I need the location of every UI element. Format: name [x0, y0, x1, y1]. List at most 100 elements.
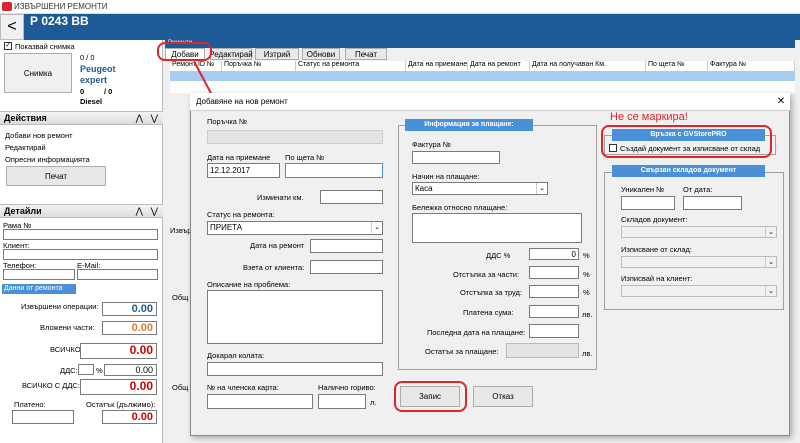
- column-header[interactable]: Фактура №: [708, 61, 795, 71]
- bg-label: Извър: [170, 226, 192, 235]
- phone-field[interactable]: [3, 269, 75, 280]
- labor-discount-field[interactable]: [529, 285, 579, 298]
- save-button[interactable]: Запис: [400, 386, 460, 407]
- issued-client-select[interactable]: ⌄: [621, 285, 777, 297]
- repair-date-field[interactable]: [310, 239, 383, 253]
- chevron-down-icon[interactable]: ⌄: [765, 227, 776, 238]
- order-field[interactable]: [207, 130, 383, 144]
- paid-sum-field[interactable]: [529, 305, 579, 318]
- collapse-up-icon[interactable]: ⋀: [136, 205, 143, 218]
- show-photo-checkbox[interactable]: ✓: [4, 42, 12, 50]
- bg-label: Общ: [172, 293, 189, 302]
- car-make: Peugeot: [80, 64, 116, 74]
- issued-from-select[interactable]: ⌄: [621, 256, 777, 268]
- plate-number: Р 0243 ВВ: [30, 14, 89, 26]
- repair-date-label: Дата на ремонт: [250, 241, 305, 250]
- details-section-header[interactable]: Детайли ⋀ ⋁: [0, 204, 163, 218]
- collapse-up-icon[interactable]: ⋀: [136, 112, 143, 125]
- column-header[interactable]: Дата на получаван Км.: [530, 61, 646, 71]
- issued-from-label: Изписване от склад:: [621, 245, 692, 254]
- problem-textarea[interactable]: [207, 290, 383, 344]
- parts-discount-label: Отстъпка за части:: [453, 270, 520, 279]
- stock-doc-label: Складов документ:: [621, 215, 688, 224]
- pay-note-textarea[interactable]: [412, 213, 582, 243]
- repairs-toolbar: Добави Редактирай Изтрий Обнови Печат: [165, 48, 795, 60]
- client-field[interactable]: [3, 249, 158, 260]
- toolbar-print-button[interactable]: Печат: [345, 48, 387, 60]
- payment-header: Информация за плащане:: [405, 119, 533, 131]
- header-bar: [0, 14, 800, 40]
- pay-method-select[interactable]: Каса ⌄: [412, 182, 548, 195]
- chevron-down-icon[interactable]: ⌄: [765, 257, 776, 268]
- vat-percent-field[interactable]: [78, 364, 94, 375]
- remaining-label: Остатък за плащане:: [425, 347, 499, 356]
- column-header[interactable]: Статус на ремонта: [296, 61, 406, 71]
- km-label: Изминати км.: [257, 193, 304, 202]
- chevron-down-icon[interactable]: ⌄: [536, 183, 547, 194]
- last-payment-field[interactable]: [529, 324, 579, 338]
- toolbar-edit-button[interactable]: Редактирай: [209, 48, 253, 60]
- photo-button[interactable]: Снимка: [4, 53, 72, 93]
- toolbar-delete-button[interactable]: Изтрий: [255, 48, 299, 60]
- column-header[interactable]: Дата на приемане: [406, 61, 468, 71]
- action-add-repair[interactable]: Добави нов ремонт: [5, 131, 73, 140]
- back-button[interactable]: <: [0, 14, 24, 40]
- column-header[interactable]: По щета №: [646, 61, 708, 71]
- collapse-down-icon[interactable]: ⋁: [151, 205, 158, 218]
- dialog-title: Добавяне на нов ремонт: [190, 93, 790, 111]
- counter-one: 0 / 0: [80, 53, 95, 62]
- stock-doc-header: Свързан складов документ: [612, 165, 765, 177]
- claim-field[interactable]: [285, 163, 383, 178]
- unique-field[interactable]: [621, 196, 675, 210]
- details-title: Детайли: [4, 206, 42, 216]
- column-header[interactable]: Поръчка №: [222, 61, 296, 71]
- dialog-close-icon[interactable]: ✕: [774, 95, 788, 109]
- annotation-gvstore-highlight: [601, 125, 772, 158]
- action-refresh[interactable]: Опресни информацията: [5, 155, 90, 164]
- taken-field[interactable]: [310, 260, 383, 274]
- status-select[interactable]: ПРИЕТА ⌄: [207, 221, 383, 235]
- fuel-label: Налично гориво:: [318, 383, 376, 392]
- email-field[interactable]: [77, 269, 158, 280]
- status-value: ПРИЕТА: [210, 223, 243, 232]
- labor-discount-label: Отстъпка за труд:: [460, 288, 522, 297]
- chevron-down-icon[interactable]: ⌄: [765, 286, 776, 297]
- paid-sum-label: Платена сума:: [463, 308, 514, 317]
- stock-doc-select[interactable]: ⌄: [621, 226, 777, 238]
- invoice-label: Фактура №: [412, 140, 451, 149]
- fuel-field[interactable]: [318, 394, 366, 409]
- collapse-down-icon[interactable]: ⋁: [151, 112, 158, 125]
- problem-label: Описание на проблема:: [207, 280, 291, 289]
- card-label: № на членска карта:: [207, 383, 279, 392]
- actions-section-header[interactable]: Действия ⋀ ⋁: [0, 111, 163, 125]
- parts-value: 0.00: [102, 321, 157, 335]
- toolbar-refresh-button[interactable]: Обнови: [302, 48, 340, 60]
- invoice-field[interactable]: [412, 151, 500, 164]
- action-edit[interactable]: Редактирай: [5, 143, 46, 152]
- table-row[interactable]: [170, 71, 795, 81]
- brought-field[interactable]: [207, 362, 383, 376]
- km-field[interactable]: [320, 190, 383, 204]
- parts-discount-field[interactable]: [529, 266, 579, 279]
- total-label: ВСИЧКО:: [50, 345, 83, 354]
- card-field[interactable]: [207, 394, 313, 409]
- window-title: ИЗВЪРШЕНИ РЕМОНТИ: [14, 2, 108, 11]
- date-field[interactable]: [207, 163, 280, 178]
- cancel-button[interactable]: Отказ: [473, 386, 533, 407]
- column-header[interactable]: Дата на ремонт: [468, 61, 530, 71]
- parts-label: Вложени части:: [40, 323, 95, 332]
- frame-field[interactable]: [3, 229, 158, 240]
- balance-value: 0.00: [102, 410, 157, 424]
- pay-method-label: Начин на плащане:: [412, 172, 480, 181]
- tab-repairs[interactable]: Ремонти: [165, 40, 795, 48]
- balance-label: Остатък (дължимо):: [86, 400, 156, 409]
- vat-field[interactable]: [529, 248, 579, 260]
- paid-field[interactable]: [12, 410, 74, 424]
- tab-repair-data[interactable]: Данни от ремонта: [2, 284, 76, 294]
- left-print-button[interactable]: Печат: [6, 166, 106, 186]
- from-date-field[interactable]: [683, 196, 742, 210]
- remaining-field: [506, 343, 579, 358]
- annotation-note: Не се маркира!: [610, 111, 688, 123]
- done-ops-value: 0.00: [102, 302, 157, 316]
- chevron-down-icon[interactable]: ⌄: [371, 222, 382, 233]
